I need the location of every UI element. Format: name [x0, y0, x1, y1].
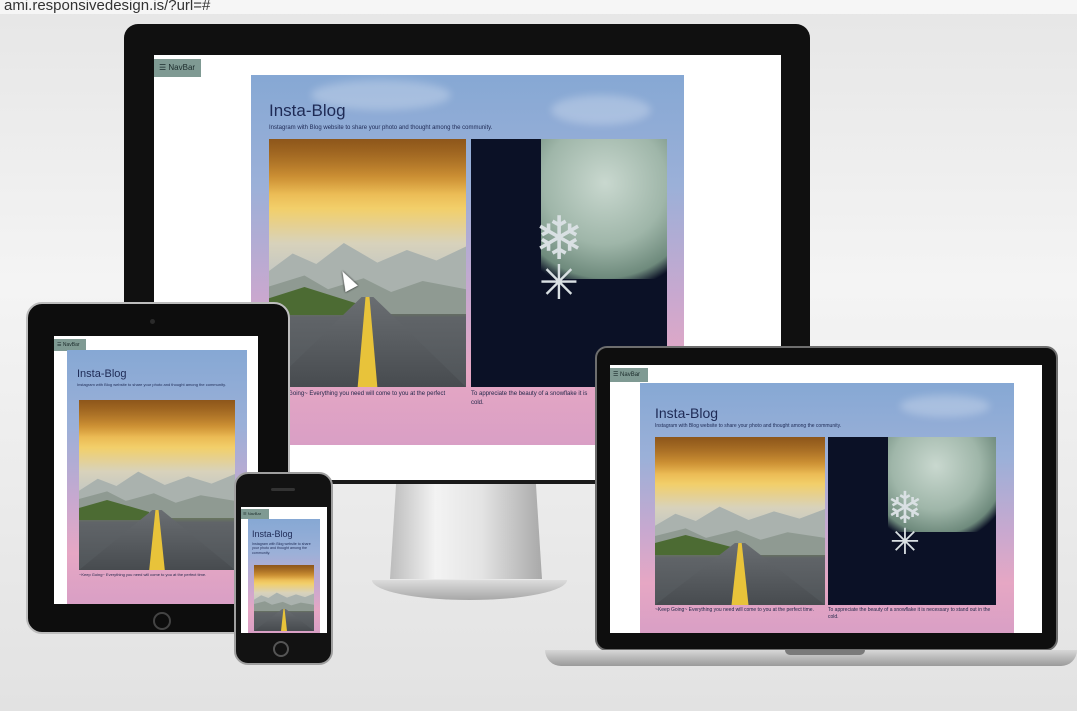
laptop-screen: ☰ NavBar Insta-Blog Instagram with Blog …: [610, 365, 1042, 633]
tablet-home-button: [153, 612, 171, 630]
mockup-stage: ami.responsivedesign.is/?url=# ☰ NavBar …: [0, 0, 1077, 711]
phone-home-button: [273, 641, 289, 657]
hero-section: Insta-Blog Instagram with Blog website t…: [67, 350, 247, 604]
page-title: Insta-Blog: [252, 529, 293, 539]
monitor-stand: [390, 484, 542, 580]
page-subtitle: Instagram with Blog website to share you…: [269, 125, 493, 131]
monitor-stand-base: [372, 580, 567, 600]
phone-speaker: [271, 488, 295, 491]
navbar-toggle-button[interactable]: ☰ NavBar: [154, 59, 201, 77]
hero-section: Insta-Blog Instagram with Blog website t…: [248, 519, 320, 633]
page-title: Insta-Blog: [655, 405, 719, 421]
post-caption: ~Keep Going~ Everything you need will co…: [79, 572, 207, 577]
tablet-screen: ☰ NavBar Insta-Blog Instagram with Blog …: [54, 336, 258, 604]
page-subtitle: Instagram with Blog website to share you…: [252, 542, 311, 555]
snowflake-frost-image: ❄ ✳: [828, 437, 996, 605]
phone-screen: ☰ NavBar Insta-Blog Instagram with Blog …: [241, 507, 327, 633]
road-mountain-sunset-image: [269, 139, 466, 387]
post-caption: cold.: [471, 400, 484, 406]
hero-section: Insta-Blog Instagram with Blog website t…: [640, 383, 1014, 633]
page-subtitle: Instagram with Blog website to share you…: [655, 423, 842, 429]
post-caption: ~Keep Going~ Everything you need will co…: [269, 391, 446, 397]
post-caption: To appreciate the beauty of a snowflake …: [828, 607, 991, 620]
post-caption: ~Keep Going~ Everything you need will co…: [655, 607, 814, 613]
road-mountain-sunset-image: [254, 565, 314, 631]
page-title: Insta-Blog: [77, 368, 127, 380]
navbar-toggle-button[interactable]: ☰ NavBar: [610, 368, 648, 382]
page-title: Insta-Blog: [269, 101, 346, 120]
page-subtitle: Instagram with Blog website to share you…: [77, 382, 226, 387]
road-mountain-sunset-image: [79, 400, 235, 570]
browser-url-bar[interactable]: ami.responsivedesign.is/?url=#: [0, 0, 1077, 14]
laptop-notch: [785, 650, 865, 655]
tablet-camera: [150, 319, 155, 324]
navbar-toggle-button[interactable]: ☰ NavBar: [241, 509, 269, 519]
road-mountain-sunset-image: [655, 437, 825, 605]
